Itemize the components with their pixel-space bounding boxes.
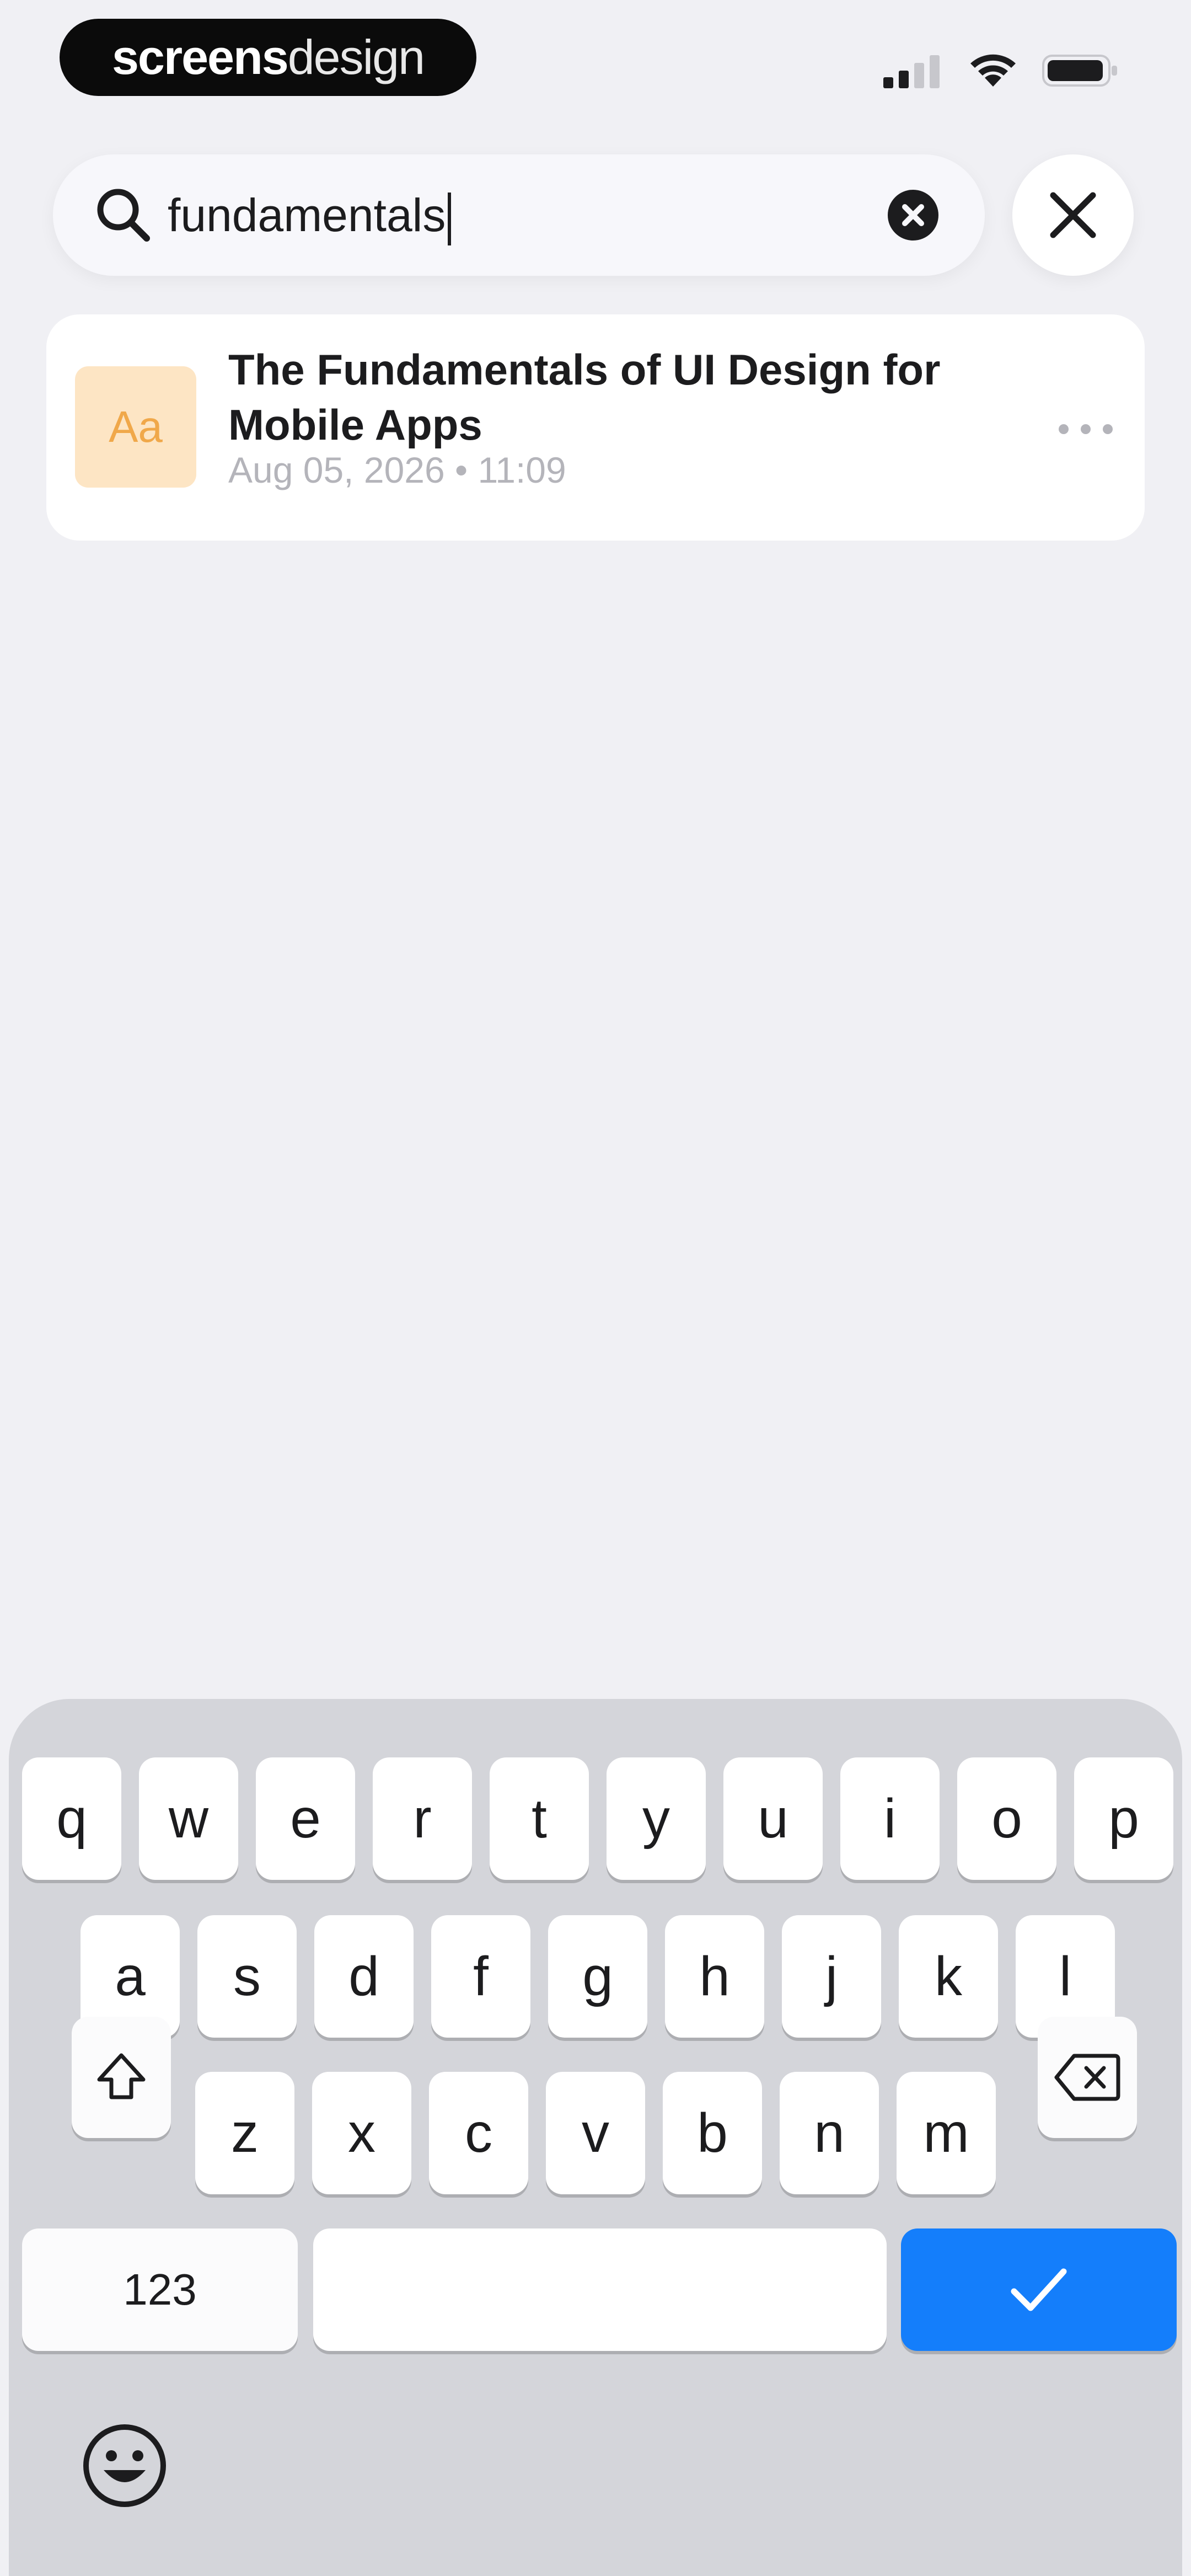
key-label: d	[348, 1945, 379, 2007]
search-row: fundamentals	[53, 154, 1138, 276]
result-date: Aug 05, 2026 • 11:09	[228, 450, 566, 490]
status-icons	[883, 51, 1119, 90]
key-n[interactable]: n	[780, 2072, 879, 2194]
key-label: b	[697, 2102, 728, 2164]
numbers-key-label: 123	[123, 2265, 197, 2314]
key-label: k	[935, 1945, 962, 2007]
key-c[interactable]: c	[429, 2072, 528, 2194]
key-label: j	[825, 1945, 838, 2007]
search-icon	[97, 189, 150, 242]
key-v[interactable]: v	[546, 2072, 645, 2194]
key-w[interactable]: w	[139, 1757, 238, 1880]
key-label: h	[699, 1945, 730, 2007]
clear-icon[interactable]	[886, 188, 941, 243]
battery-icon	[1042, 55, 1117, 87]
key-label: p	[1108, 1787, 1139, 1850]
key-x[interactable]: x	[312, 2072, 411, 2194]
key-label: v	[582, 2102, 609, 2164]
key-label: s	[233, 1945, 261, 2007]
brand-logo: screens design	[60, 19, 476, 96]
key-label: n	[814, 2102, 845, 2164]
key-label: g	[582, 1945, 613, 2007]
shift-key[interactable]	[72, 2017, 171, 2138]
key-label: t	[532, 1787, 547, 1850]
backspace-icon	[1054, 2054, 1120, 2101]
key-label: a	[115, 1945, 146, 2007]
checkmark-icon	[1011, 2268, 1067, 2311]
wifi-icon	[970, 54, 1016, 87]
close-icon	[1050, 192, 1096, 238]
key-o[interactable]: o	[957, 1757, 1056, 1880]
status-bar: screens design	[0, 0, 1191, 121]
delete-key[interactable]	[1038, 2017, 1137, 2138]
key-y[interactable]: y	[607, 1757, 706, 1880]
key-d[interactable]: d	[314, 1915, 414, 2038]
emoji-icon[interactable]	[81, 2422, 169, 2510]
key-u[interactable]: u	[723, 1757, 823, 1880]
key-z[interactable]: z	[195, 2072, 294, 2194]
key-m[interactable]: m	[897, 2072, 996, 2194]
key-label: m	[923, 2102, 969, 2164]
key-label: y	[642, 1787, 670, 1850]
shift-icon	[97, 2053, 146, 2099]
text-caret	[448, 192, 452, 245]
more-options-icon[interactable]	[1055, 413, 1116, 446]
key-label: z	[231, 2102, 259, 2164]
cellular-signal-icon	[883, 55, 940, 88]
key-h[interactable]: h	[665, 1915, 764, 2038]
key-label: e	[290, 1787, 321, 1850]
key-i[interactable]: i	[840, 1757, 940, 1880]
search-field[interactable]: fundamentals	[53, 154, 985, 276]
brand-logo-thin: design	[287, 30, 425, 84]
key-label: o	[991, 1787, 1022, 1850]
key-label: f	[473, 1945, 489, 2007]
return-key[interactable]	[901, 2228, 1177, 2351]
key-g[interactable]: g	[548, 1915, 647, 2038]
key-label: i	[883, 1787, 897, 1850]
key-p[interactable]: p	[1074, 1757, 1173, 1880]
space-key[interactable]	[313, 2228, 887, 2351]
key-s[interactable]: s	[197, 1915, 297, 2038]
key-q[interactable]: q	[22, 1757, 121, 1880]
key-label: w	[168, 1787, 209, 1850]
brand-logo-bold: screens	[111, 30, 289, 84]
key-label: r	[413, 1787, 432, 1850]
search-input[interactable]: fundamentals	[168, 154, 452, 276]
key-label: l	[1059, 1945, 1072, 2007]
result-title: The Fundamentals of UI Design for Mobile…	[228, 345, 941, 449]
key-k[interactable]: k	[899, 1915, 998, 2038]
key-label: u	[758, 1787, 788, 1850]
key-e[interactable]: e	[256, 1757, 355, 1880]
key-f[interactable]: f	[431, 1915, 530, 2038]
key-t[interactable]: t	[490, 1757, 589, 1880]
key-j[interactable]: j	[782, 1915, 881, 2038]
numbers-key[interactable]: 123	[22, 2228, 298, 2351]
key-label: c	[465, 2102, 492, 2164]
document-thumbnail: Aa	[75, 366, 196, 488]
thumbnail-label: Aa	[109, 402, 163, 451]
key-label: x	[348, 2102, 375, 2164]
key-label: q	[56, 1787, 87, 1850]
search-result-item[interactable]: Aa The Fundamentals of UI Design for Mob…	[46, 314, 1145, 541]
key-r[interactable]: r	[373, 1757, 472, 1880]
search-query: fundamentals	[168, 189, 446, 241]
close-search-button[interactable]	[1012, 154, 1134, 276]
key-b[interactable]: b	[663, 2072, 762, 2194]
keyboard: q w e r t y u i o p a s d f g h j k l z x c v b n m 123	[9, 1699, 1182, 2576]
